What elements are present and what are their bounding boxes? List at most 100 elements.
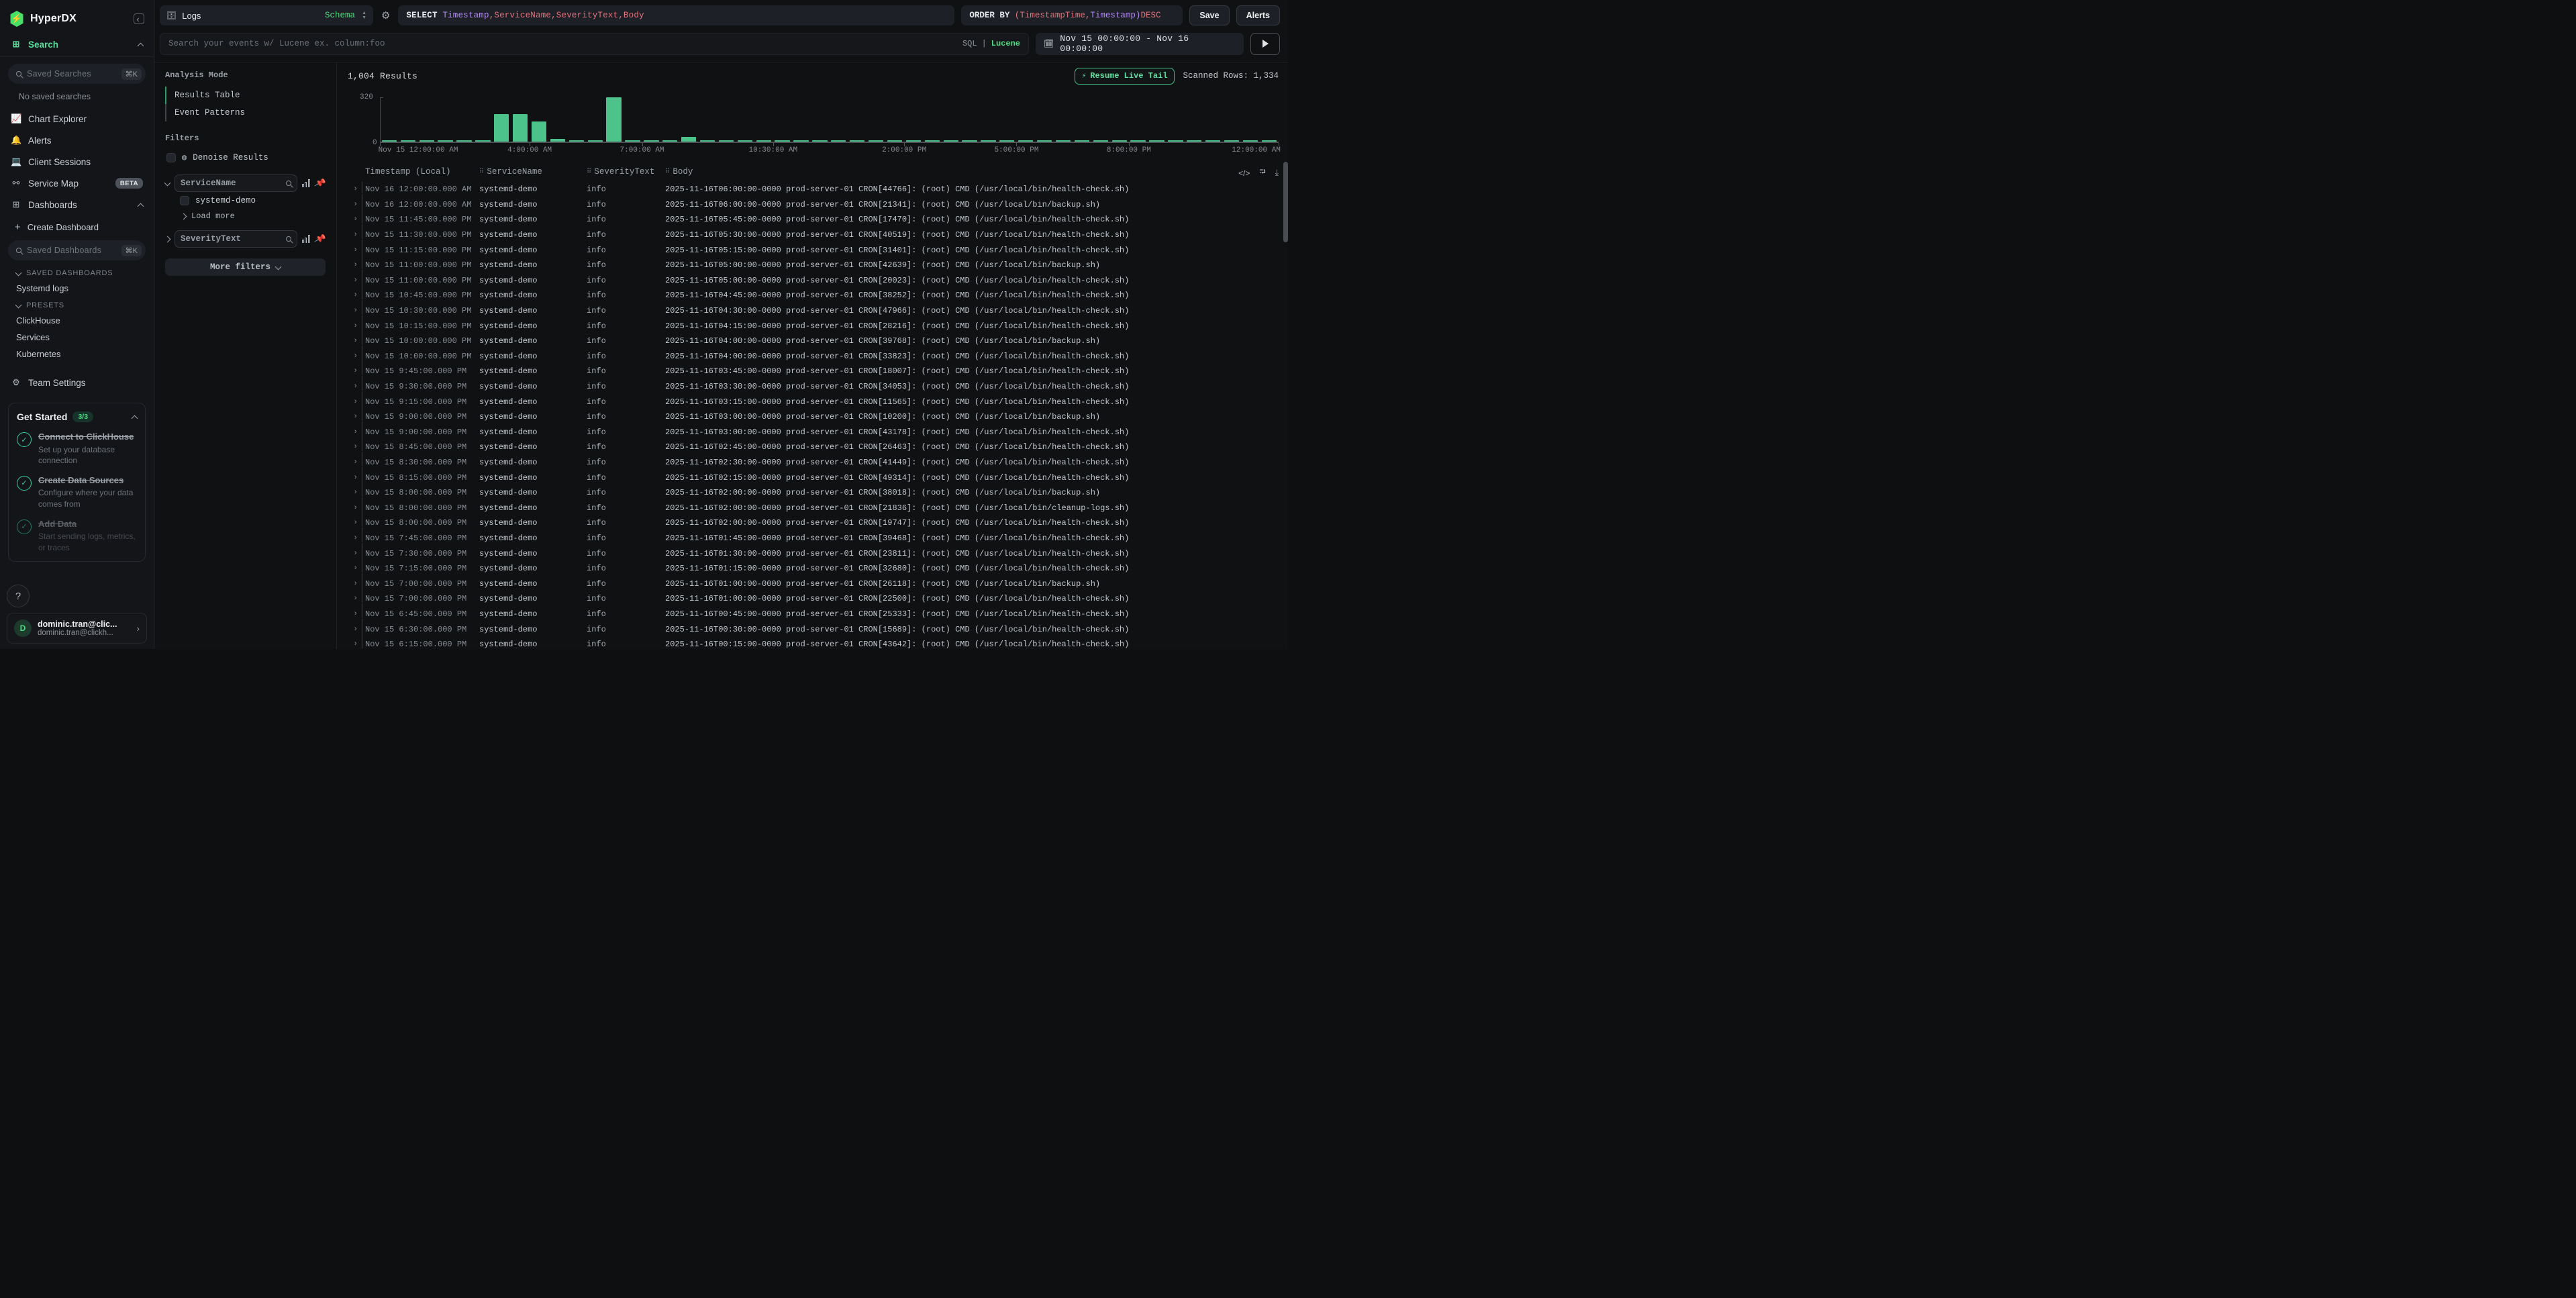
- histogram-bar[interactable]: [532, 121, 546, 142]
- sidebar-collapse-icon[interactable]: [134, 13, 144, 24]
- lucene-toggle[interactable]: Lucene: [991, 39, 1020, 48]
- get-started-step[interactable]: ✓Add DataStart sending logs, metrics, or…: [17, 518, 137, 553]
- row-expand-icon[interactable]: ›: [348, 398, 365, 406]
- table-row[interactable]: ›Nov 15 11:15:00.000 PMsystemd-demoinfo2…: [348, 242, 1288, 258]
- filter-checkbox[interactable]: [180, 196, 189, 205]
- column-header-servicename[interactable]: ⠿ServiceName: [479, 167, 587, 177]
- histogram-bar[interactable]: [681, 137, 696, 142]
- row-expand-icon[interactable]: ›: [348, 185, 365, 193]
- row-expand-icon[interactable]: ›: [348, 428, 365, 436]
- sidebar-item-alerts[interactable]: 🔔Alerts: [0, 130, 154, 151]
- vertical-scrollbar[interactable]: [1283, 162, 1288, 242]
- sidebar-item-search[interactable]: ⊞ Search: [0, 34, 154, 55]
- drag-handle-icon[interactable]: ⠿: [665, 168, 669, 176]
- chevron-right-icon[interactable]: [164, 236, 171, 242]
- sidebar-link-clickhouse[interactable]: ClickHouse: [0, 312, 154, 329]
- sidebar-item-chart-explorer[interactable]: 📈Chart Explorer: [0, 108, 154, 130]
- sidebar-link-kubernetes[interactable]: Kubernetes: [0, 346, 154, 362]
- row-expand-icon[interactable]: ›: [348, 246, 365, 254]
- analysis-mode-event-patterns[interactable]: Event Patterns: [165, 104, 326, 121]
- denoise-results-option[interactable]: ◍ Denoise Results: [165, 150, 326, 165]
- row-expand-icon[interactable]: ›: [348, 352, 365, 360]
- order-by-input[interactable]: ORDER BY (TimestampTime, Timestamp) DESC: [961, 5, 1183, 26]
- sidebar-item-dashboards[interactable]: ⊞Dashboards: [0, 194, 154, 215]
- table-row[interactable]: ›Nov 15 8:00:00.000 PMsystemd-demoinfo20…: [348, 485, 1288, 501]
- save-button[interactable]: Save: [1189, 5, 1229, 26]
- column-header-body[interactable]: ⠿Body: [665, 167, 1228, 177]
- table-row[interactable]: ›Nov 15 8:00:00.000 PMsystemd-demoinfo20…: [348, 515, 1288, 531]
- get-started-step[interactable]: ✓Create Data SourcesConfigure where your…: [17, 475, 137, 509]
- user-menu[interactable]: D dominic.tran@clic... dominic.tran@clic…: [7, 613, 147, 644]
- sidebar-item-service-map[interactable]: ⚯Service MapBETA: [0, 172, 154, 194]
- row-expand-icon[interactable]: ›: [348, 201, 365, 209]
- row-expand-icon[interactable]: ›: [348, 640, 365, 648]
- row-expand-icon[interactable]: ›: [348, 291, 365, 299]
- section-header[interactable]: SAVED DASHBOARDS: [0, 264, 154, 280]
- sidebar-link-systemd-logs[interactable]: Systemd logs: [0, 280, 154, 297]
- row-expand-icon[interactable]: ›: [348, 519, 365, 527]
- language-toggle[interactable]: SQL | Lucene: [962, 39, 1020, 48]
- row-expand-icon[interactable]: ›: [348, 231, 365, 239]
- table-row[interactable]: ›Nov 15 7:00:00.000 PMsystemd-demoinfo20…: [348, 591, 1288, 607]
- alerts-button[interactable]: Alerts: [1236, 5, 1280, 26]
- bar-chart-icon[interactable]: [302, 179, 310, 187]
- table-row[interactable]: ›Nov 15 8:30:00.000 PMsystemd-demoinfo20…: [348, 455, 1288, 470]
- row-expand-icon[interactable]: ›: [348, 458, 365, 466]
- row-expand-icon[interactable]: ›: [348, 413, 365, 421]
- table-row[interactable]: ›Nov 15 8:15:00.000 PMsystemd-demoinfo20…: [348, 470, 1288, 485]
- resume-live-tail-button[interactable]: ⚡ Resume Live Tail: [1075, 68, 1175, 85]
- row-expand-icon[interactable]: ›: [348, 595, 365, 603]
- row-expand-icon[interactable]: ›: [348, 564, 365, 572]
- analysis-mode-results-table[interactable]: Results Table: [165, 87, 326, 104]
- section-header[interactable]: PRESETS: [0, 297, 154, 312]
- table-row[interactable]: ›Nov 15 10:30:00.000 PMsystemd-demoinfo2…: [348, 303, 1288, 319]
- table-row[interactable]: ›Nov 15 7:00:00.000 PMsystemd-demoinfo20…: [348, 576, 1288, 591]
- bar-chart-icon[interactable]: [302, 235, 310, 243]
- download-icon[interactable]: ⤓: [1275, 168, 1279, 178]
- table-row[interactable]: ›Nov 15 8:00:00.000 PMsystemd-demoinfo20…: [348, 500, 1288, 515]
- table-row[interactable]: ›Nov 15 11:00:00.000 PMsystemd-demoinfo2…: [348, 258, 1288, 273]
- row-expand-icon[interactable]: ›: [348, 277, 365, 285]
- row-expand-icon[interactable]: ›: [348, 443, 365, 451]
- pin-icon[interactable]: 📌: [313, 233, 327, 246]
- table-row[interactable]: ›Nov 15 7:30:00.000 PMsystemd-demoinfo20…: [348, 546, 1288, 561]
- sidebar-item-team-settings[interactable]: ⚙ Team Settings: [0, 372, 154, 393]
- histogram-bar[interactable]: [513, 114, 528, 142]
- row-expand-icon[interactable]: ›: [348, 383, 365, 391]
- row-expand-icon[interactable]: ›: [348, 504, 365, 512]
- pin-icon[interactable]: 📌: [313, 177, 327, 190]
- table-row[interactable]: ›Nov 15 10:45:00.000 PMsystemd-demoinfo2…: [348, 288, 1288, 303]
- row-expand-icon[interactable]: ›: [348, 367, 365, 375]
- table-row[interactable]: ›Nov 15 11:45:00.000 PMsystemd-demoinfo2…: [348, 212, 1288, 228]
- table-row[interactable]: ›Nov 15 7:15:00.000 PMsystemd-demoinfo20…: [348, 561, 1288, 577]
- filter-group-search[interactable]: ServiceName: [175, 174, 297, 192]
- chevron-down-icon[interactable]: [164, 179, 171, 186]
- row-expand-icon[interactable]: ›: [348, 215, 365, 223]
- table-row[interactable]: ›Nov 15 11:00:00.000 PMsystemd-demoinfo2…: [348, 273, 1288, 289]
- table-row[interactable]: ›Nov 16 12:00:00.000 AMsystemd-demoinfo2…: [348, 197, 1288, 213]
- table-row[interactable]: ›Nov 15 9:00:00.000 PMsystemd-demoinfo20…: [348, 425, 1288, 440]
- code-view-icon[interactable]: </>: [1238, 168, 1250, 178]
- table-row[interactable]: ›Nov 15 11:30:00.000 PMsystemd-demoinfo2…: [348, 228, 1288, 243]
- row-expand-icon[interactable]: ›: [348, 337, 365, 345]
- event-search-input[interactable]: Search your events w/ Lucene ex. column:…: [160, 33, 1029, 55]
- table-row[interactable]: ›Nov 15 9:15:00.000 PMsystemd-demoinfo20…: [348, 394, 1288, 409]
- row-expand-icon[interactable]: ›: [348, 626, 365, 634]
- row-expand-icon[interactable]: ›: [348, 322, 365, 330]
- denoise-checkbox[interactable]: [166, 153, 176, 162]
- drag-handle-icon[interactable]: ⠿: [479, 168, 483, 176]
- table-row[interactable]: ›Nov 15 9:30:00.000 PMsystemd-demoinfo20…: [348, 379, 1288, 395]
- get-started-step[interactable]: ✓Connect to ClickHouseSet up your databa…: [17, 431, 137, 466]
- get-started-header[interactable]: Get Started 3/3: [17, 411, 137, 422]
- row-expand-icon[interactable]: ›: [348, 489, 365, 497]
- filter-group-search[interactable]: SeverityText: [175, 230, 297, 248]
- table-row[interactable]: ›Nov 15 10:00:00.000 PMsystemd-demoinfo2…: [348, 349, 1288, 364]
- drag-handle-icon[interactable]: ⠿: [587, 168, 591, 176]
- table-row[interactable]: ›Nov 15 9:00:00.000 PMsystemd-demoinfo20…: [348, 409, 1288, 425]
- table-row[interactable]: ›Nov 15 6:45:00.000 PMsystemd-demoinfo20…: [348, 607, 1288, 622]
- load-more-button[interactable]: Load more: [165, 207, 326, 221]
- filter-option-systemd-demo[interactable]: systemd-demo: [165, 192, 326, 207]
- table-row[interactable]: ›Nov 15 10:15:00.000 PMsystemd-demoinfo2…: [348, 318, 1288, 334]
- table-row[interactable]: ›Nov 15 6:30:00.000 PMsystemd-demoinfo20…: [348, 621, 1288, 637]
- row-expand-icon[interactable]: ›: [348, 307, 365, 315]
